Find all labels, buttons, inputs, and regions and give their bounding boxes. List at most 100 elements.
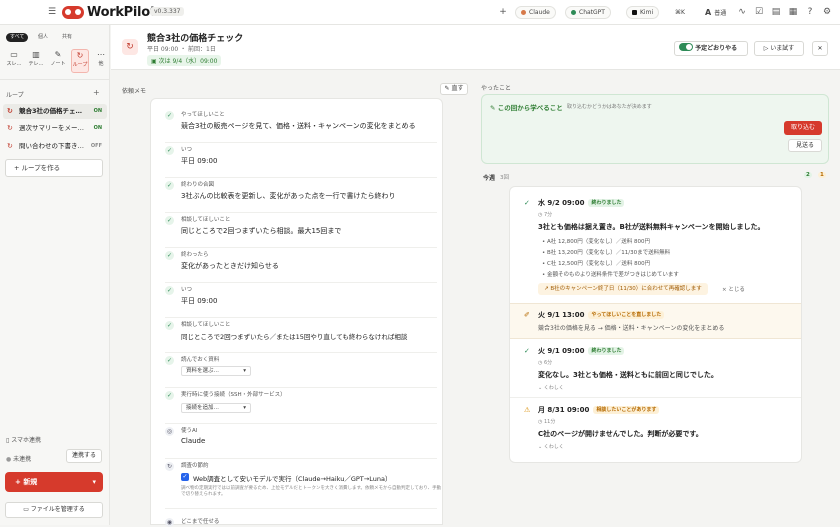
memo-row[interactable]: ↻ 調査の節約 ✓ Web調査として安いモデルで実行（Claude→Haiku／G…	[165, 459, 441, 509]
memo-row-label: 相談してほしいこと	[181, 217, 231, 223]
entry-bullet: • B社 13,200円（変化なし）／11/30まで送料無料	[542, 250, 671, 256]
activity-icon[interactable]: ∿	[736, 6, 748, 18]
font-mode-button[interactable]: A 普通	[700, 6, 731, 19]
document-icon[interactable]: ▤	[770, 6, 782, 18]
font-icon: A	[705, 8, 712, 17]
loops-title: ループ	[6, 92, 24, 99]
entry-bullet: • A社 12,800円（変化なし）／送料 800円	[542, 239, 651, 245]
ai-icon: ◎	[165, 427, 174, 436]
loop-item[interactable]: ↻ 週次サマリーをメー… ON	[3, 121, 107, 136]
chevron-down-icon: ▾	[243, 368, 246, 374]
connection-select[interactable]: 接続を追加… ▾	[181, 403, 251, 413]
shortcut-label: ⌘K	[675, 9, 685, 16]
phone-status: ● 未連携	[6, 454, 31, 463]
loop-icon: ↻	[76, 51, 84, 60]
schedule-toggle[interactable]: 予定どおりやる	[674, 41, 748, 56]
dismiss-suggestion[interactable]: × とじる	[722, 285, 745, 293]
page-title: 競合3社の価格チェック	[147, 34, 244, 44]
sidebar-toggle-icon[interactable]: ☰	[46, 6, 58, 18]
toggle-knob	[686, 44, 692, 50]
memo-row[interactable]: ✓ 実行時に使う接続（SSH・外部サービス） 接続を追加… ▾	[165, 388, 437, 424]
memo-row[interactable]: ◎ 使うAI Claude	[165, 424, 437, 459]
memo-row-label: 読んでおく資料	[181, 357, 220, 363]
nav-label: スレ…	[6, 61, 22, 67]
edit-icon: ✐	[524, 311, 530, 319]
duration-text: 6分	[543, 360, 553, 366]
nav-label: 他	[98, 61, 104, 67]
details-label: くわしく	[543, 444, 564, 450]
logo-mark-icon	[62, 6, 84, 19]
adopt-button[interactable]: 取り込む	[784, 121, 822, 135]
close-button[interactable]: ✕	[812, 41, 828, 56]
memo-title: 依頼メモ	[122, 88, 147, 95]
loop-status: ON	[93, 125, 102, 131]
new-button[interactable]: + 新規 ▾	[5, 472, 103, 492]
model-chip-kimi[interactable]: Kimi	[626, 6, 660, 19]
loop-name: 週次サマリーをメー…	[19, 124, 84, 132]
entry-header: 火 9/1 09:00 終わりました	[538, 346, 625, 356]
nav-tele[interactable]: ▥ テレ…	[27, 49, 45, 73]
week-count: 3回	[500, 175, 509, 181]
checkbox[interactable]: ✓	[181, 473, 189, 481]
memo-row[interactable]: ✓ いつ 平日 09:00	[165, 143, 437, 178]
memo-row-label: どこまで任せる	[181, 519, 220, 525]
edit-memo-label: 直す	[451, 85, 464, 92]
entry-summary: C社のページが開けませんでした。判断が必要です。	[538, 430, 703, 438]
edit-memo-button[interactable]: ✎ 直す	[440, 83, 468, 95]
memo-row-label: 使うAI	[181, 428, 198, 434]
nav-threads[interactable]: ▭ スレ…	[5, 49, 23, 73]
manage-files-button[interactable]: ▭ ファイルを管理する	[5, 502, 103, 518]
entry-header: 水 9/2 09:00 終わりました	[538, 198, 625, 208]
settings-icon[interactable]: ⚙	[821, 6, 833, 18]
loop-item[interactable]: ↻ 問い合わせの下書き… OFF	[3, 139, 107, 154]
done-title: やったこと	[481, 85, 512, 92]
select-value: 接続を追加…	[186, 405, 220, 411]
add-loop-icon[interactable]: +	[93, 88, 100, 97]
filter-shared[interactable]: 共有	[58, 33, 76, 42]
doc-icon: ▥	[32, 50, 40, 59]
filter-personal[interactable]: 個人	[34, 33, 52, 42]
connect-phone-button[interactable]: 連携する	[66, 449, 102, 463]
done-count-badge: 2	[804, 172, 812, 178]
details-toggle[interactable]: ⌄ くわしく	[538, 443, 564, 450]
entry-date: 火 9/1 09:00	[538, 347, 585, 355]
loop-name: 競合3社の価格チェ…	[19, 107, 83, 115]
check-icon: ✓	[165, 111, 174, 120]
model-chip-chatgpt[interactable]: ChatGPT	[565, 6, 611, 19]
run-now-label: いま試す	[770, 45, 795, 52]
create-loop-button[interactable]: + ループを作る	[5, 159, 103, 177]
memo-row[interactable]: ✓ 読んでおく資料 資料を選ぶ… ▾	[165, 353, 437, 388]
check-square-icon[interactable]: ☑	[753, 6, 765, 18]
nav-more[interactable]: ⋯ 他	[92, 49, 110, 73]
status-badge: 終わりました	[588, 347, 625, 355]
nav-notes[interactable]: ✎ ノート	[49, 49, 67, 73]
memo-row[interactable]: ✓ 終わったら 変化があったときだけ知らせる	[165, 248, 437, 283]
app-name: WorkPilot	[87, 5, 156, 20]
material-select[interactable]: 資料を選ぶ… ▾	[181, 366, 251, 376]
command-palette-button[interactable]: ⌘K	[670, 6, 690, 19]
note-icon: ✎	[54, 50, 62, 59]
memo-row[interactable]: ✓ やってほしいこと 競合3社の販売ページを見て、価格・送料・キャンペーンの変化をま…	[165, 108, 437, 143]
status-badge: 相談したいことがあります	[593, 406, 660, 414]
loop-item[interactable]: ↻ 競合3社の価格チェ… ON	[3, 104, 107, 119]
skip-button[interactable]: 見送る	[788, 139, 822, 152]
phone-title: スマホ連携	[11, 437, 42, 444]
memo-row[interactable]: ✓ いつ 平日 09:00	[165, 283, 437, 318]
memo-row[interactable]: ✓ 相談してほしいこと 同じところで2回つまずいたら相談。最大15回まで	[165, 213, 437, 248]
filter-all[interactable]: すべて	[6, 33, 29, 42]
grid-icon[interactable]: ▦	[787, 6, 799, 18]
run-now-button[interactable]: ▷ いま試す	[754, 41, 804, 56]
toggle-switch[interactable]	[679, 43, 693, 51]
suggestion-chip[interactable]: ↗ B社のキャンペーン終了日（11/30）に合わせて再確認します	[538, 283, 708, 295]
nav-loops[interactable]: ↻ ループ	[71, 49, 89, 73]
memo-row[interactable]: ◉ どこまで任せる	[165, 515, 437, 527]
memo-row-value: 同じところで2回つまずいたら／または15回やり直しても終わらなければ相談	[181, 333, 408, 341]
warning-icon: ⚠	[524, 406, 531, 414]
add-icon[interactable]: +	[497, 6, 509, 18]
help-icon[interactable]: ?	[804, 6, 816, 18]
memo-row[interactable]: ✓ 相談してほしいこと 同じところで2回つまずいたら／または15回やり直しても終わら…	[165, 318, 437, 353]
model-chip-claude[interactable]: Claude	[515, 6, 556, 19]
details-toggle[interactable]: ⌄ くわしく	[538, 384, 564, 391]
memo-row[interactable]: ✓ 終わりの合図 3社ぶんの比較表を更新し、変化があった点を一行で書けたら終わり	[165, 178, 437, 213]
chatgpt-icon	[571, 10, 576, 15]
